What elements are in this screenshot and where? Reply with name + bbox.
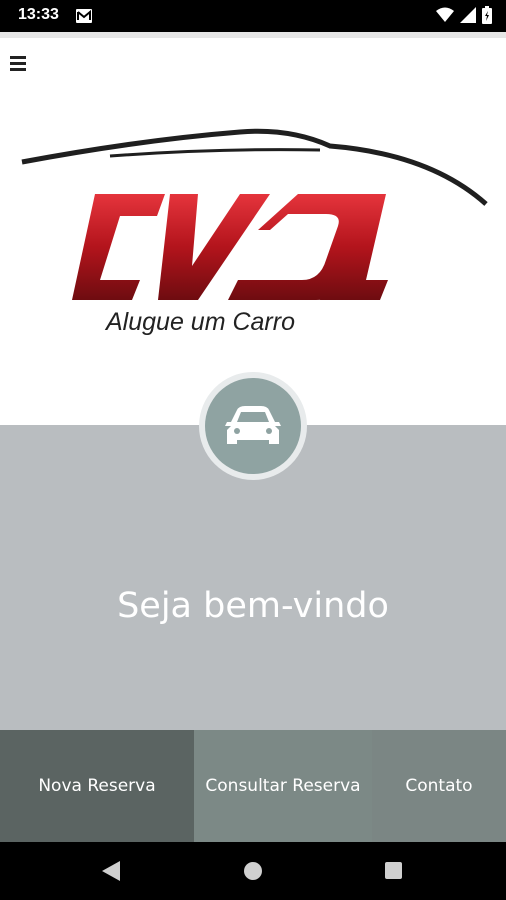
- wifi-icon: [436, 7, 454, 22]
- status-icons: [436, 6, 492, 24]
- mail-icon: [76, 8, 92, 27]
- tab-contato[interactable]: Contato: [372, 730, 506, 842]
- tab-label: Nova Reserva: [38, 776, 156, 796]
- system-nav-bar: [0, 842, 506, 900]
- car-icon-circle: [205, 378, 301, 474]
- car-icon: [225, 406, 281, 444]
- status-bar: 13:33: [0, 0, 506, 32]
- hamburger-menu-icon[interactable]: [10, 56, 30, 76]
- logo-tagline: Alugue um Carro: [106, 308, 295, 336]
- car-badge: [199, 372, 307, 480]
- signal-icon: [460, 7, 476, 23]
- battery-icon: [482, 6, 492, 24]
- back-icon[interactable]: [102, 861, 120, 881]
- home-icon[interactable]: [244, 862, 262, 880]
- app-top-border: [0, 32, 506, 38]
- tab-consultar-reserva[interactable]: Consultar Reserva: [194, 730, 372, 842]
- tab-label: Contato: [405, 776, 473, 796]
- bottom-tabs: Nova Reserva Consultar Reserva Contato: [0, 730, 506, 842]
- recents-icon[interactable]: [385, 862, 402, 879]
- tab-label: Consultar Reserva: [205, 776, 361, 796]
- welcome-text: Seja bem-vindo: [117, 586, 389, 626]
- status-time: 13:33: [18, 6, 59, 23]
- brand-logo: [20, 120, 490, 340]
- tab-nova-reserva[interactable]: Nova Reserva: [0, 730, 194, 842]
